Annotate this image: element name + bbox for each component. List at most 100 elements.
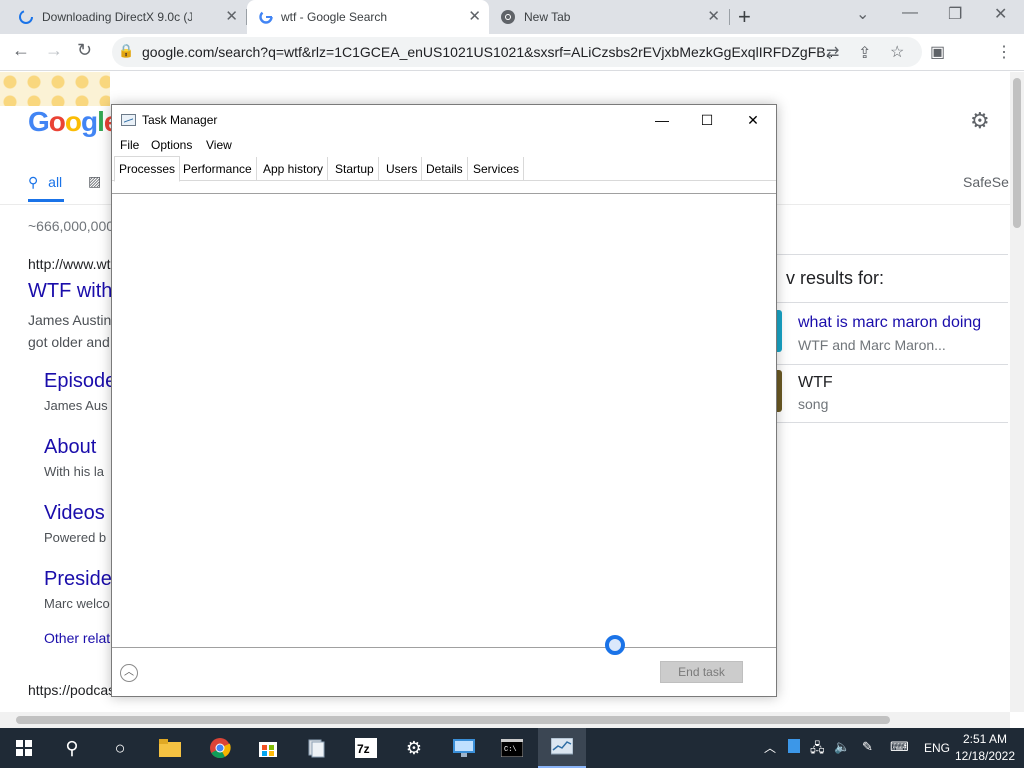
- clock-time: 2:51 AM: [962, 732, 1008, 746]
- task-manager-footer: ︿ End task: [112, 648, 776, 696]
- logo-letter: g: [81, 106, 98, 137]
- end-task-button[interactable]: End task: [660, 661, 743, 683]
- menu-view[interactable]: View: [206, 138, 232, 152]
- store-icon[interactable]: [244, 728, 292, 768]
- task-manager-titlebar[interactable]: Task Manager — ☐ ✕: [112, 105, 776, 135]
- search-icon[interactable]: ⚲: [48, 728, 96, 768]
- google-logo[interactable]: Google: [28, 106, 119, 138]
- forward-button[interactable]: →: [45, 40, 63, 61]
- new-tab-button[interactable]: +: [738, 4, 751, 30]
- reload-button[interactable]: ↻: [77, 40, 92, 61]
- close-button[interactable]: ✕: [730, 105, 776, 135]
- tab-performance[interactable]: Performance: [179, 157, 257, 181]
- process-list[interactable]: [112, 193, 776, 648]
- sitelink-snippet: With his la: [44, 464, 104, 479]
- logo-letter: o: [64, 106, 82, 137]
- scrollbar-thumb[interactable]: [16, 716, 890, 724]
- tab-startup[interactable]: Startup: [331, 157, 379, 181]
- 7zip-icon[interactable]: 7z: [342, 728, 390, 768]
- sitelink-videos[interactable]: Videos: [44, 502, 105, 525]
- menu-file[interactable]: File: [120, 138, 139, 152]
- back-button[interactable]: ←: [12, 40, 30, 61]
- task-manager-tabs: Processes Performance App history Startu…: [112, 156, 776, 182]
- start-icon[interactable]: [0, 728, 48, 768]
- images-icon[interactable]: ▨: [88, 173, 101, 190]
- divider: [776, 364, 1008, 365]
- sitelink-snippet: Powered b: [44, 530, 107, 545]
- horizontal-scrollbar[interactable]: [0, 712, 1010, 728]
- file-explorer-icon[interactable]: [146, 728, 194, 768]
- close-window-icon[interactable]: ✕: [994, 4, 1007, 24]
- fewer-details-icon[interactable]: ︿: [120, 664, 138, 682]
- tab-title: New Tab: [524, 10, 571, 24]
- close-tab-icon[interactable]: ✕: [225, 9, 238, 25]
- svg-text:C:\: C:\: [504, 746, 517, 754]
- volume-icon[interactable]: 🔈: [834, 739, 850, 755]
- related-item-title[interactable]: WTF: [798, 374, 833, 392]
- result-title-link[interactable]: WTF with: [28, 280, 112, 303]
- loading-icon: [19, 10, 33, 24]
- close-tab-icon[interactable]: ✕: [707, 9, 720, 25]
- lock-icon[interactable]: 🔒: [118, 43, 134, 59]
- tab-users[interactable]: Users: [382, 157, 423, 181]
- pen-icon[interactable]: ✎: [862, 739, 873, 755]
- tab-services[interactable]: Services: [469, 157, 525, 181]
- minimize-icon[interactable]: —: [902, 4, 918, 22]
- share-icon[interactable]: ⇪: [858, 43, 871, 63]
- tab-app-history[interactable]: App history: [259, 157, 329, 181]
- result-cite[interactable]: https://podcas: [28, 682, 115, 698]
- scrollbar-thumb[interactable]: [1013, 78, 1021, 228]
- language-indicator[interactable]: ENG: [924, 741, 950, 755]
- address-bar[interactable]: 🔒 google.com/search?q=wtf&rlz=1C1GCEA_en…: [112, 37, 922, 67]
- network-icon[interactable]: 🖧: [810, 739, 825, 761]
- close-tab-icon[interactable]: ✕: [468, 9, 481, 25]
- chrome-menu-icon[interactable]: ⋮: [996, 42, 1012, 62]
- search-icon: ⚲: [28, 174, 39, 190]
- chrome-icon[interactable]: [196, 728, 244, 768]
- active-tab-underline: [28, 199, 64, 202]
- sitelink-episodes[interactable]: Episode: [44, 370, 116, 393]
- other-related-link[interactable]: Other relat: [44, 630, 110, 646]
- tab-directx-download[interactable]: Downloading DirectX 9.0c (Jun 0 ✕: [8, 0, 246, 34]
- bookmark-star-icon[interactable]: ☆: [890, 42, 904, 62]
- vertical-scrollbar[interactable]: [1010, 72, 1024, 712]
- task-view-icon[interactable]: ○: [96, 728, 144, 768]
- side-panel-icon[interactable]: ▣: [930, 42, 945, 62]
- tab-search-icon[interactable]: ⌄: [856, 4, 869, 24]
- chrome-icon: [501, 10, 515, 24]
- window-title: Task Manager: [142, 113, 218, 127]
- tab-new-tab[interactable]: New Tab ✕: [490, 0, 728, 34]
- sitelink-about[interactable]: About: [44, 436, 96, 459]
- sitelink-presidents[interactable]: Preside: [44, 568, 112, 591]
- tab-title: Downloading DirectX 9.0c (Jun 0: [42, 10, 192, 24]
- command-prompt-icon[interactable]: C:\: [488, 728, 536, 768]
- related-item-title[interactable]: what is marc maron doing: [798, 314, 981, 332]
- documents-icon[interactable]: [292, 728, 340, 768]
- result-cite[interactable]: http://www.wt: [28, 256, 110, 272]
- task-manager-icon[interactable]: [538, 728, 586, 768]
- control-panel-icon[interactable]: [440, 728, 488, 768]
- logo-letter: G: [28, 106, 50, 137]
- settings-gear-icon[interactable]: ⚙: [970, 108, 990, 134]
- restore-icon[interactable]: ❐: [948, 4, 962, 24]
- divider: [776, 302, 1008, 303]
- tab-google-search[interactable]: wtf - Google Search ✕: [247, 0, 489, 34]
- tab-all[interactable]: ⚲ all: [28, 174, 62, 191]
- system-clock[interactable]: 2:51 AM 12/18/2022: [952, 731, 1018, 765]
- defender-icon[interactable]: [788, 739, 800, 756]
- tab-processes[interactable]: Processes: [114, 156, 181, 182]
- safesearch-label[interactable]: SafeSe: [963, 174, 1009, 190]
- menu-options[interactable]: Options: [151, 138, 192, 152]
- windows-taskbar: ⚲ ○ 7z ⚙ C:\ ︿ 🖧 🔈 ✎ ⌨ ENG 2:51 AM 12/18…: [0, 728, 1024, 768]
- tab-details[interactable]: Details: [422, 157, 468, 181]
- settings-icon[interactable]: ⚙: [390, 728, 438, 768]
- maximize-button[interactable]: ☐: [684, 105, 730, 135]
- tab-divider: [729, 9, 730, 25]
- translate-icon[interactable]: ⇄: [826, 43, 839, 63]
- google-icon: [259, 10, 273, 24]
- chevron-up-icon[interactable]: ︿: [764, 739, 776, 756]
- menu-bar: File Options View: [112, 135, 776, 155]
- minimize-button[interactable]: —: [639, 105, 685, 135]
- keyboard-icon[interactable]: ⌨: [890, 739, 909, 755]
- clock-date: 12/18/2022: [954, 749, 1016, 763]
